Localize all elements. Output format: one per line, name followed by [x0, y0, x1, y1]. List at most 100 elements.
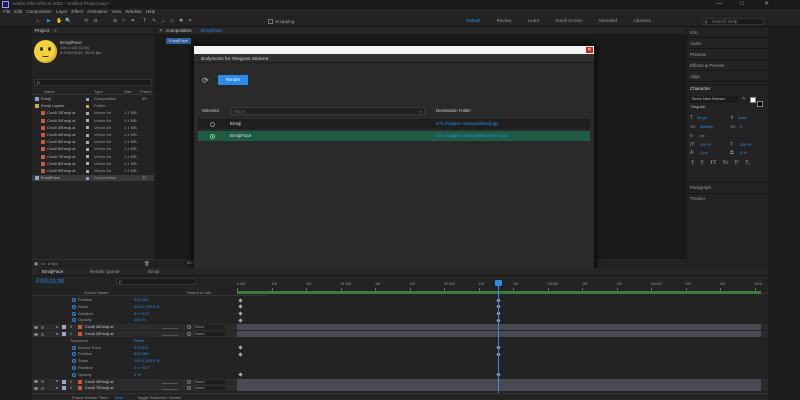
layer-row[interactable]: 3 Слой 3/Emoji.ai None: [32, 324, 768, 331]
composition-row-destination[interactable]: D:\1.Раздачи телеграм\Emoji.tgs: [436, 121, 498, 126]
parent-dropdown[interactable]: None: [195, 325, 225, 330]
composition-row[interactable]: EmojiFace D:\1.Раздачи телеграм\EmojiFace…: [198, 131, 590, 141]
expand-arrow-icon[interactable]: [56, 325, 59, 328]
menu-layer[interactable]: Layer: [56, 9, 68, 15]
dialog-menu-icon[interactable]: ≡: [266, 56, 269, 62]
panel-menu-icon[interactable]: ≡: [54, 28, 57, 34]
checked-circle-icon[interactable]: [210, 133, 215, 139]
parent-dropdown[interactable]: None: [195, 379, 225, 384]
property-value[interactable]: 0 x +0.0°: [134, 311, 150, 316]
panel-align[interactable]: Align: [687, 71, 768, 82]
label-color-swatch[interactable]: [62, 325, 66, 330]
project-item[interactable]: Слой 1/Emoji.ai Vector Art 1.1 MB: [32, 110, 154, 116]
label-color-swatch[interactable]: [62, 386, 66, 391]
delete-icon[interactable]: 🗑: [144, 261, 150, 267]
type-tool-icon[interactable]: T: [143, 19, 146, 24]
layer-duration-bar[interactable]: [237, 324, 761, 331]
rectangle-tool-icon[interactable]: □: [122, 19, 125, 24]
text-style-button[interactable]: T: [700, 160, 703, 167]
menu-edit[interactable]: Edit: [14, 9, 22, 15]
workspace-review[interactable]: Review: [497, 18, 512, 24]
leading-value[interactable]: Auto: [738, 116, 746, 120]
pen-tool-icon[interactable]: ✒: [131, 19, 135, 24]
project-item[interactable]: Слой 4/Emoji.ai Vector Art 1.1 MB: [32, 132, 154, 138]
label-color-swatch[interactable]: [62, 379, 66, 384]
layer-row[interactable]: 5 Слой 4/Emoji.ai None: [32, 378, 768, 385]
fill-color-swatch[interactable]: [750, 97, 756, 103]
property-value[interactable]: 0 x +0.0°: [134, 366, 150, 370]
audio-icon[interactable]: [41, 380, 44, 384]
col-type[interactable]: Type: [94, 90, 103, 94]
dialog-close-button[interactable]: ✕: [586, 47, 593, 53]
timeline-tab[interactable]: Emoji: [148, 269, 159, 275]
puppet-tool-icon[interactable]: ✶: [188, 19, 192, 24]
expand-arrow-icon[interactable]: [56, 380, 59, 383]
workspace-default[interactable]: Default: [466, 18, 481, 24]
expand-arrow-icon[interactable]: [56, 386, 59, 389]
property-row[interactable]: Transform Reset: [32, 338, 768, 344]
visibility-eye-icon[interactable]: [34, 332, 38, 336]
menu-effect[interactable]: Effect: [71, 9, 83, 15]
property-row[interactable]: Opacity 0 %: [32, 372, 768, 378]
property-row[interactable]: Anchor Point 512,512: [32, 345, 768, 351]
interpret-footage-icon[interactable]: ▣: [34, 261, 38, 267]
switches-icon[interactable]: [162, 386, 178, 391]
maximize-button[interactable]: □: [740, 1, 744, 7]
label-color-swatch[interactable]: [86, 111, 89, 115]
search-help-field[interactable]: ρ Search Help: [702, 18, 764, 25]
layer-duration-bar[interactable]: [237, 385, 761, 392]
hand-tool-icon[interactable]: ✋: [56, 19, 62, 24]
keyframe-icon[interactable]: [238, 297, 243, 303]
property-row[interactable]: Rotation 0 x +0.0°: [32, 365, 768, 371]
close-window-button[interactable]: ✕: [764, 1, 769, 7]
layer-duration-bar[interactable]: [237, 331, 761, 337]
project-item[interactable]: Слой 3/Emoji.ai Vector Art 1.1 MB: [32, 125, 154, 131]
menu-file[interactable]: File: [3, 9, 10, 15]
text-style-button[interactable]: T¹: [734, 160, 739, 167]
name-filter-input[interactable]: Name ⌕: [231, 107, 425, 115]
timeline-search-input[interactable]: ρ: [116, 278, 196, 285]
property-value[interactable]: 512,512: [134, 345, 148, 350]
col-source-name[interactable]: Source Name: [84, 291, 108, 295]
keyframe-icon[interactable]: [238, 372, 243, 377]
minimize-button[interactable]: —: [716, 1, 722, 7]
label-color-swatch[interactable]: [86, 147, 89, 151]
parent-dropdown[interactable]: None: [195, 332, 225, 336]
project-item[interactable]: EmojiFace Composition 30: [32, 175, 154, 182]
label-color-swatch[interactable]: [86, 169, 89, 173]
kerning-value[interactable]: Metrics: [700, 125, 713, 129]
eyedropper-icon[interactable]: ✎: [742, 96, 746, 102]
new-folder-icon[interactable]: ▭: [41, 261, 45, 267]
workspace-learn[interactable]: Learn: [528, 18, 540, 24]
render-button[interactable]: Render: [218, 75, 248, 85]
project-search-input[interactable]: ρ: [34, 79, 152, 86]
property-row[interactable]: Position 512,452,: [32, 297, 768, 303]
menu-window[interactable]: Window: [125, 9, 141, 15]
project-item[interactable]: Слой 2/Emoji.ai Vector Art 1.1 MB: [32, 118, 154, 124]
rotate-tool-icon[interactable]: ⟲: [84, 19, 88, 24]
panel-preview[interactable]: Preview: [687, 49, 768, 60]
text-style-button[interactable]: Tт: [722, 160, 728, 167]
pickwhip-icon[interactable]: [187, 332, 191, 336]
roto-tool-icon[interactable]: ✱: [179, 19, 183, 24]
text-style-button[interactable]: TT: [710, 160, 717, 167]
keyframe-icon[interactable]: [238, 311, 243, 316]
keyframe-icon[interactable]: [238, 352, 243, 357]
visibility-eye-icon[interactable]: [34, 380, 38, 384]
property-value[interactable]: 0 %: [134, 372, 141, 377]
label-color-swatch[interactable]: [62, 332, 66, 336]
snapping-checkbox[interactable]: [268, 19, 273, 24]
label-color-swatch[interactable]: [86, 119, 89, 123]
stopwatch-icon[interactable]: [64, 339, 68, 343]
label-color-swatch[interactable]: [86, 126, 89, 130]
toggle-switches-modes[interactable]: Toggle Switches / Modes: [137, 395, 181, 400]
project-tab[interactable]: Project: [35, 28, 49, 34]
project-item[interactable]: Emoji Layers Folder: [32, 103, 154, 109]
clone-tool-icon[interactable]: ⊥: [161, 19, 165, 24]
project-item[interactable]: Emoji Composition 30: [32, 96, 154, 102]
text-style-button[interactable]: T₁: [745, 160, 750, 167]
menu-help[interactable]: Help: [146, 9, 155, 15]
stroke-color-swatch[interactable]: [757, 101, 763, 107]
menu-composition[interactable]: Composition: [26, 9, 52, 15]
menu-animation[interactable]: Animation: [87, 9, 107, 15]
